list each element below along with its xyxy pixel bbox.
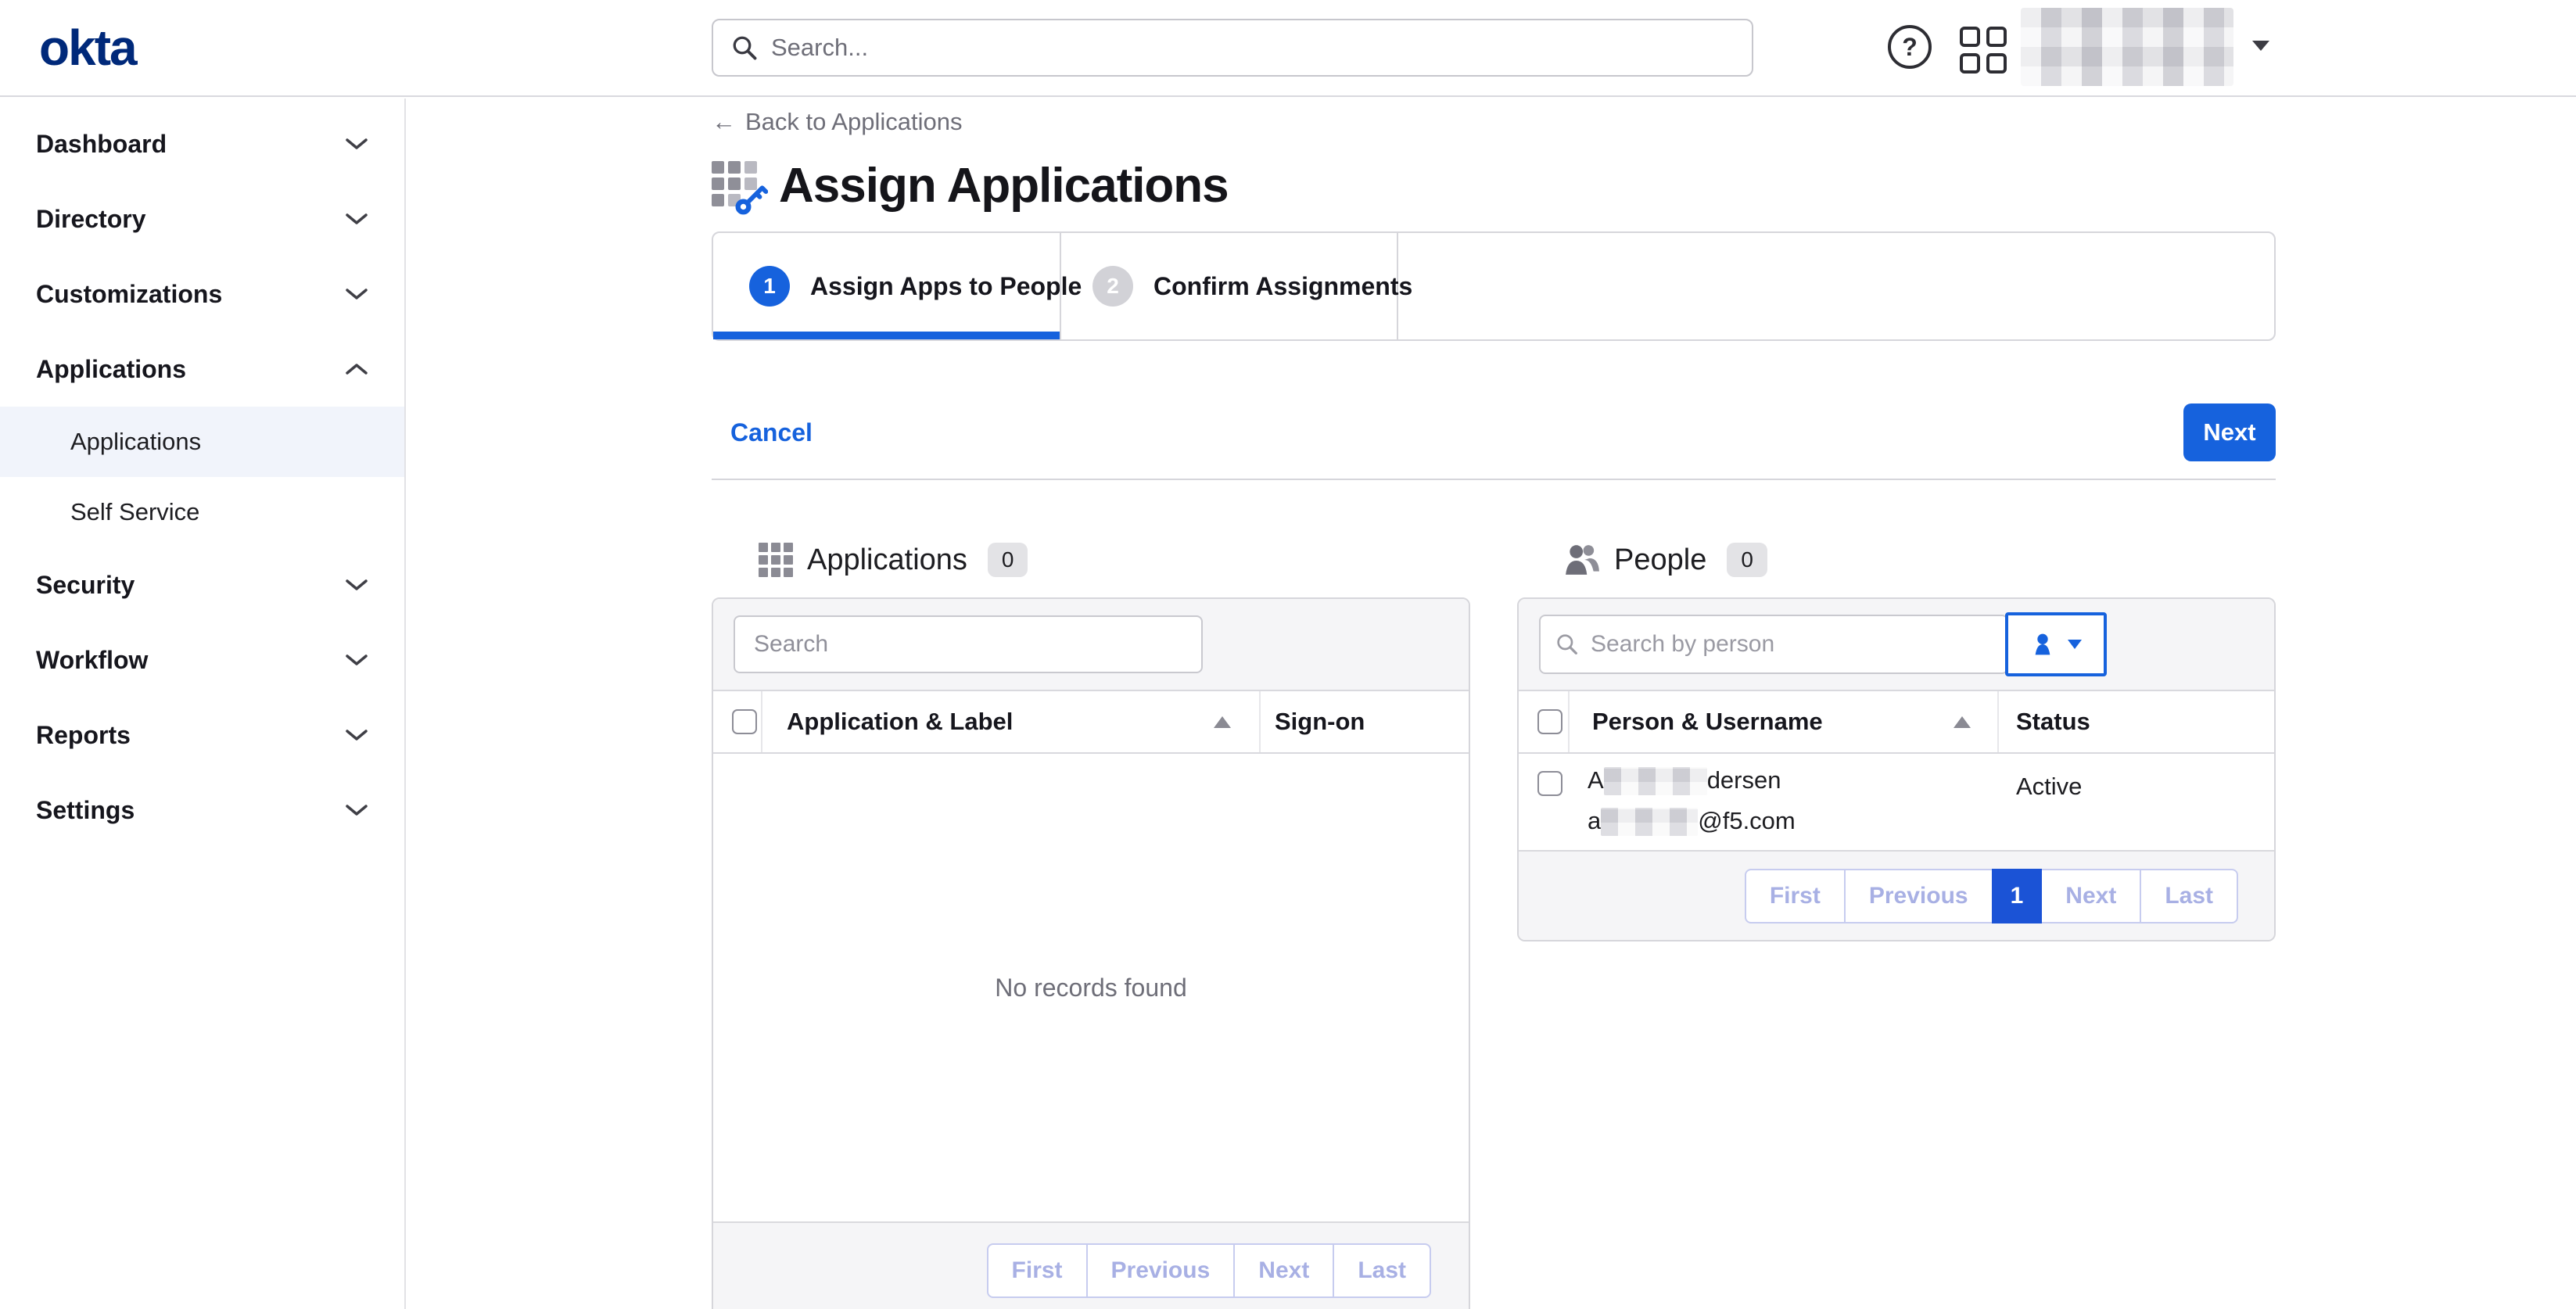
sort-asc-icon[interactable]	[1954, 716, 1971, 728]
sort-asc-icon[interactable]	[1214, 716, 1231, 728]
page-title: Assign Applications	[779, 158, 1229, 213]
cancel-link[interactable]: Cancel	[730, 418, 813, 447]
next-button[interactable]: Next	[2183, 403, 2276, 461]
step-number-badge: 1	[749, 266, 790, 307]
search-icon	[730, 34, 759, 62]
step-number-badge: 2	[1092, 266, 1133, 307]
chevron-down-icon	[345, 288, 368, 300]
pagination-last-button[interactable]: Last	[2140, 869, 2238, 923]
sidebar-item-customizations[interactable]: Customizations	[0, 256, 404, 332]
people-panel: Person & Username Status Adersen a@f5.co…	[1517, 597, 2276, 941]
okta-logo[interactable]: okta	[39, 19, 136, 77]
assign-applications-icon	[712, 161, 760, 210]
pagination-last-button[interactable]: Last	[1333, 1243, 1431, 1298]
person-status: Active	[2016, 773, 2082, 801]
chevron-down-icon	[345, 729, 368, 741]
help-icon[interactable]: ?	[1888, 25, 1932, 69]
chevron-down-icon	[345, 579, 368, 591]
applications-table-header: Application & Label Sign-on	[713, 691, 1469, 754]
sidebar-item-dashboard[interactable]: Dashboard	[0, 106, 404, 181]
divider	[712, 479, 2276, 480]
pagination-first-button[interactable]: First	[1745, 869, 1846, 923]
search-icon	[1555, 632, 1580, 657]
step-assign-apps-to-people[interactable]: 1 Assign Apps to People	[713, 233, 1060, 339]
redacted-name	[1604, 767, 1707, 795]
app-switcher-icon[interactable]	[1960, 27, 2007, 74]
back-arrow-icon: ←	[712, 108, 736, 136]
chevron-down-icon	[345, 138, 368, 150]
person-name-and-username: Adersen a@f5.com	[1588, 760, 1796, 841]
sidebar-subitem-self-service[interactable]: Self Service	[0, 477, 404, 547]
person-row-checkbox[interactable]	[1537, 771, 1562, 796]
chevron-down-icon	[345, 804, 368, 816]
people-section-title: People	[1614, 543, 1706, 577]
redacted-username	[1601, 808, 1698, 836]
applications-search-input[interactable]	[734, 615, 1203, 673]
pagination-first-button[interactable]: First	[987, 1243, 1088, 1298]
applications-grid-icon	[759, 543, 793, 577]
person-name: Adersen	[1588, 760, 1796, 801]
people-count-badge: 0	[1727, 543, 1767, 577]
applications-empty-state: No records found	[713, 754, 1469, 1221]
applications-section: Applications 0 Application & Label Sign-…	[712, 538, 1470, 1309]
key-icon	[735, 183, 768, 216]
user-account-redacted[interactable]	[2021, 8, 2233, 86]
people-table-header: Person & Username Status	[1519, 691, 2274, 754]
back-to-applications-link[interactable]: ← Back to Applications	[712, 108, 962, 136]
sidebar-item-security[interactable]: Security	[0, 547, 404, 622]
people-search-input[interactable]	[1591, 631, 1993, 658]
people-icon	[1564, 543, 1600, 576]
select-all-checkbox[interactable]	[1537, 709, 1562, 734]
column-status: Status	[2016, 708, 2090, 736]
person-username: a@f5.com	[1588, 801, 1796, 841]
people-search[interactable]	[1539, 615, 2008, 674]
sidebar-subitem-applications[interactable]: Applications	[0, 407, 404, 477]
applications-count-badge: 0	[988, 543, 1028, 577]
chevron-down-icon	[345, 213, 368, 225]
global-search-input[interactable]	[771, 34, 1735, 62]
pagination-next-button[interactable]: Next	[1233, 1243, 1334, 1298]
user-menu-caret-icon[interactable]	[2252, 41, 2269, 51]
sidebar: Dashboard Directory Customizations Appli…	[0, 99, 406, 1309]
chevron-down-icon	[345, 654, 368, 666]
people-filter-dropdown[interactable]	[2005, 612, 2107, 676]
applications-section-title: Applications	[807, 543, 967, 577]
applications-pagination: First Previous Next Last	[987, 1243, 1431, 1298]
top-bar: okta ?	[0, 0, 2576, 97]
dropdown-caret-icon	[2068, 640, 2082, 649]
chevron-up-icon	[345, 363, 368, 375]
people-section: People 0	[1517, 538, 2276, 1309]
pagination-previous-button[interactable]: Previous	[1086, 1243, 1236, 1298]
main-content: ← Back to Applications Assign Applicatio…	[407, 99, 2576, 1309]
sidebar-item-reports[interactable]: Reports	[0, 698, 404, 773]
wizard-steps: 1 Assign Apps to People 2 Confirm Assign…	[712, 231, 2276, 341]
people-pagination: First Previous 1 Next Last	[1745, 869, 2238, 923]
pagination-page-1-button[interactable]: 1	[1992, 869, 2043, 923]
person-icon	[2030, 632, 2055, 657]
sidebar-item-applications[interactable]: Applications	[0, 332, 404, 407]
sidebar-item-workflow[interactable]: Workflow	[0, 622, 404, 698]
global-search[interactable]	[712, 19, 1753, 77]
column-application-label: Application & Label	[787, 708, 1013, 736]
sidebar-item-settings[interactable]: Settings	[0, 773, 404, 848]
column-sign-on: Sign-on	[1275, 708, 1365, 736]
sidebar-item-directory[interactable]: Directory	[0, 181, 404, 256]
select-all-checkbox[interactable]	[732, 709, 757, 734]
step-confirm-assignments[interactable]: 2 Confirm Assignments	[1060, 233, 1398, 339]
applications-panel: Application & Label Sign-on No records f…	[712, 597, 1470, 1309]
pagination-previous-button[interactable]: Previous	[1844, 869, 1993, 923]
pagination-next-button[interactable]: Next	[2040, 869, 2141, 923]
person-row[interactable]: Adersen a@f5.com Active	[1519, 754, 2274, 850]
column-person-username: Person & Username	[1592, 708, 1823, 736]
